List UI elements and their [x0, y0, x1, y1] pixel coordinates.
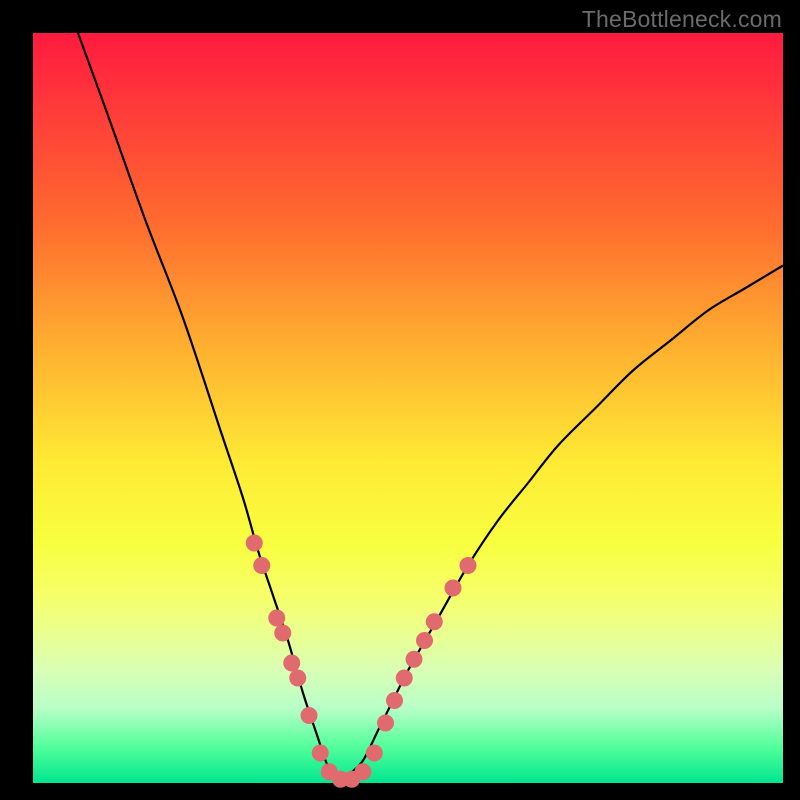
- curve-markers: [246, 535, 477, 788]
- curve-marker: [268, 610, 285, 627]
- curve-marker: [396, 670, 413, 687]
- curve-marker: [253, 557, 270, 574]
- watermark-text: TheBottleneck.com: [582, 6, 782, 33]
- curve-marker: [283, 655, 300, 672]
- chart-frame: TheBottleneck.com: [0, 0, 800, 800]
- curve-marker: [406, 651, 423, 668]
- curve-layer: [33, 33, 783, 783]
- curve-marker: [445, 580, 462, 597]
- curve-marker: [366, 745, 383, 762]
- curve-marker: [416, 632, 433, 649]
- curve-marker: [426, 613, 443, 630]
- curve-marker: [274, 625, 291, 642]
- curve-marker: [386, 692, 403, 709]
- curve-marker: [355, 763, 372, 780]
- curve-marker: [460, 557, 477, 574]
- curve-marker: [312, 745, 329, 762]
- bottleneck-curve: [78, 33, 783, 783]
- curve-marker: [377, 715, 394, 732]
- curve-marker: [289, 670, 306, 687]
- curve-marker: [301, 707, 318, 724]
- curve-marker: [246, 535, 263, 552]
- plot-area: [33, 33, 783, 783]
